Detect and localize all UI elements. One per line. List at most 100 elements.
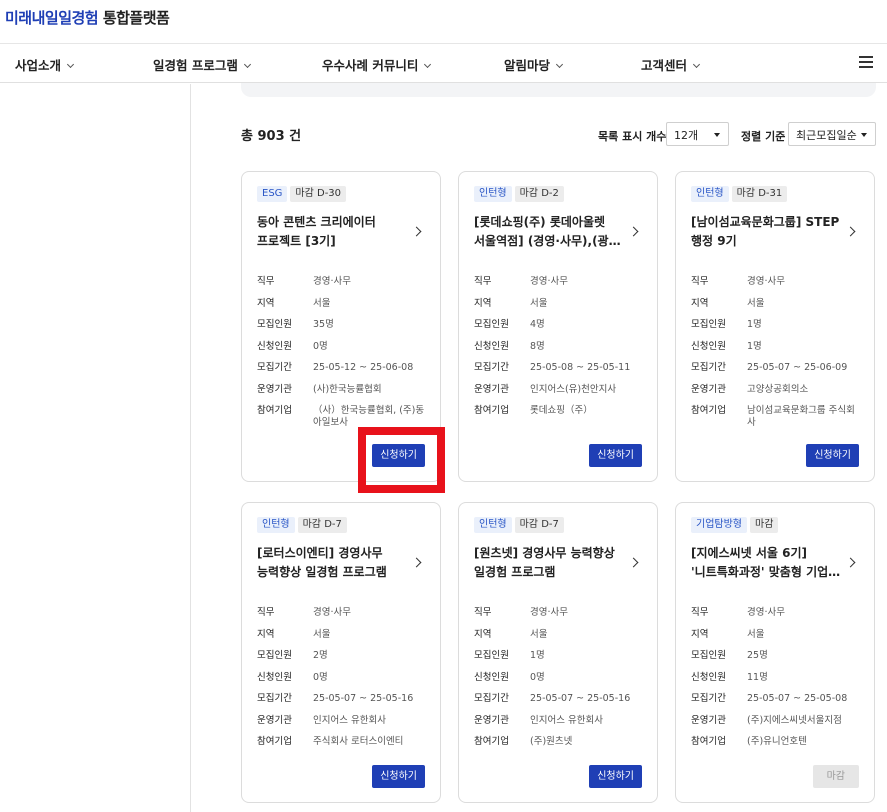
nav-item-business[interactable]: 사업소개 xyxy=(15,55,75,74)
card-title[interactable]: 동아 콘텐츠 크리에이터 프로젝트 [3기] xyxy=(257,213,417,251)
field-label: 신청인원 xyxy=(257,340,292,352)
card-info: 직무 경영·사무 지역 서울 모집인원 1명 신청인원 0명 모집기간 25-05-07 ~ 25… xyxy=(474,607,649,758)
card-tags: 인턴형 마감 D-31 xyxy=(691,186,788,202)
card-title[interactable]: [로터스이엔티] 경영사무 능력향상 일경험 프로그램 xyxy=(257,544,417,582)
info-row-job: 직무 경영·사무 xyxy=(691,276,866,288)
field-label: 참여기업 xyxy=(474,736,509,747)
card-info: 직무 경영·사무 지역 서울 모집인원 25명 신청인원 11명 모집기간 25-05-07 ~ … xyxy=(691,607,866,758)
sort-select[interactable]: 최근모집일순 xyxy=(788,122,876,146)
card-title[interactable]: [남이섬교육문화그룹] STEP 행정 9기 xyxy=(691,213,851,251)
info-row-region: 지역 서울 xyxy=(691,298,866,310)
card-title[interactable]: [지에스씨넷 서울 6기] '니트특화과정' 맞춤형 기업탐… xyxy=(691,544,851,582)
field-label: 운영기관 xyxy=(691,383,726,395)
field-value: (주)원츠넷 xyxy=(530,736,573,747)
field-value: （사）한국능률협회, (주)동아일보사 xyxy=(313,405,425,428)
field-value: 2명 xyxy=(313,650,328,661)
nav-item-label: 고객센터 xyxy=(641,58,688,73)
field-label: 운영기관 xyxy=(691,714,726,726)
field-value: 25-05-07 ~ 25-05-08 xyxy=(747,693,848,704)
nav-item-label: 우수사례 커뮤니티 xyxy=(322,58,419,73)
card-title-line2: 프로젝트 [3기] xyxy=(257,234,336,248)
program-card[interactable]: 인턴형 마감 D-2 [롯데쇼핑(주) 롯데아울렛서울역점] (경영·사무),(광…… xyxy=(458,171,658,482)
field-value: 경영·사무 xyxy=(747,276,785,287)
field-label: 직무 xyxy=(257,276,275,287)
field-value: 1명 xyxy=(747,340,762,352)
card-tags: 인턴형 마감 D-7 xyxy=(257,517,347,533)
card-tags: 인턴형 마감 D-2 xyxy=(474,186,564,202)
nav-item-community[interactable]: 우수사례 커뮤니티 xyxy=(322,55,432,74)
field-value: 25-05-07 ~ 25-05-16 xyxy=(530,693,631,704)
card-tags: 기업탐방형 마감 xyxy=(691,517,779,533)
field-label: 지역 xyxy=(474,297,492,309)
program-card[interactable]: 기업탐방형 마감 [지에스씨넷 서울 6기] '니트특화과정' 맞춤형 기업탐… 직무 경… xyxy=(675,502,875,803)
deadline-badge: 마감 D-30 xyxy=(290,186,347,202)
info-row-region: 지역 서울 xyxy=(257,629,432,641)
field-value: 서울 xyxy=(530,297,548,309)
apply-button[interactable]: 신청하기 xyxy=(589,444,642,467)
nav-item-label: 사업소개 xyxy=(15,58,62,73)
field-label: 모집인원 xyxy=(257,650,292,661)
field-label: 모집기간 xyxy=(257,693,292,704)
field-value: 25-05-07 ~ 25-06-09 xyxy=(747,362,848,373)
program-card[interactable]: 인턴형 마감 D-31 [남이섬교육문화그룹] STEP 행정 9기직무 경영·사무지역… xyxy=(675,171,875,482)
closed-button: 마감 xyxy=(812,765,859,788)
apply-button[interactable]: 신청하기 xyxy=(589,765,642,788)
field-label: 직무 xyxy=(474,607,492,618)
field-label: 지역 xyxy=(691,628,709,640)
main-nav: 사업소개 일경험 프로그램 우수사례 커뮤니티 알림마당 고객센터 xyxy=(0,44,887,83)
info-row-recruit: 모집인원 25명 xyxy=(691,650,866,662)
type-badge: 인턴형 xyxy=(257,517,295,533)
info-row-region: 지역 서울 xyxy=(474,298,649,310)
field-label: 신청인원 xyxy=(474,340,509,352)
card-title-line2: 일경험 프로그램 xyxy=(474,565,556,579)
site-logo[interactable]: 미래내일일경험 통합플랫폼 xyxy=(5,7,170,28)
field-value: 25-05-12 ~ 25-06-08 xyxy=(313,362,414,373)
field-label: 신청인원 xyxy=(691,671,726,683)
nav-item-programs[interactable]: 일경험 프로그램 xyxy=(153,55,251,74)
nav-item-support[interactable]: 고객센터 xyxy=(641,55,701,74)
chevron-down-icon xyxy=(243,60,251,69)
apply-button[interactable]: 신청하기 xyxy=(806,444,859,467)
card-title-line1: [롯데쇼핑(주) 롯데아울렛 xyxy=(474,215,606,229)
field-value: 서울 xyxy=(747,628,765,640)
field-value: 주식회사 로터스이엔티 xyxy=(313,736,404,747)
field-label: 직무 xyxy=(691,276,709,287)
field-value: 인지어스(유)천안지사 xyxy=(530,383,617,395)
filter-panel-edge xyxy=(241,83,876,97)
nav-item-label: 일경험 프로그램 xyxy=(153,58,238,73)
hamburger-menu-icon[interactable] xyxy=(859,56,873,68)
program-card[interactable]: 인턴형 마감 D-7 [로터스이엔티] 경영사무 능력향상 일경험 프로그램직무 경영·… xyxy=(241,502,441,803)
field-label: 직무 xyxy=(257,607,275,618)
field-value: (주)유니언호텐 xyxy=(747,736,807,747)
apply-button[interactable]: 신청하기 xyxy=(372,765,425,788)
info-row-company: 참여기업 남이섬교육문화그룹 주식회사 xyxy=(691,405,866,429)
field-label: 참여기업 xyxy=(257,736,292,747)
field-label: 운영기관 xyxy=(474,383,509,395)
field-value: (주)지에스씨넷서울지점 xyxy=(747,714,842,726)
field-label: 모집기간 xyxy=(691,362,726,373)
info-row-applied: 신청인원 1명 xyxy=(691,341,866,353)
card-title[interactable]: [원츠넷] 경영사무 능력향상 일경험 프로그램 xyxy=(474,544,634,582)
info-row-job: 직무 경영·사무 xyxy=(257,607,432,619)
logo-blue-text: 미래내일일경험 xyxy=(5,9,99,27)
caret-down-icon xyxy=(714,133,720,137)
info-row-period: 모집기간 25-05-07 ~ 25-06-09 xyxy=(691,362,866,374)
chevron-down-icon xyxy=(555,60,564,69)
deadline-badge: 마감 D-7 xyxy=(297,517,347,533)
info-row-job: 직무 경영·사무 xyxy=(691,607,866,619)
info-row-company: 참여기업 주식회사 로터스이엔티 xyxy=(257,736,432,748)
type-badge: 인턴형 xyxy=(691,186,729,202)
field-value: 서울 xyxy=(530,628,548,640)
nav-item-label: 알림마당 xyxy=(504,58,551,73)
program-card[interactable]: 인턴형 마감 D-7 [원츠넷] 경영사무 능력향상 일경험 프로그램 직무 경영·사무 지… xyxy=(458,502,658,803)
nav-item-notice[interactable]: 알림마당 xyxy=(504,55,564,74)
type-badge: 인턴형 xyxy=(474,186,512,202)
card-title-line2: 서울역점] (경영·사무),(광… xyxy=(474,234,621,248)
field-value: 0명 xyxy=(530,671,545,683)
info-row-job: 직무 경영·사무 xyxy=(474,607,649,619)
field-label: 모집인원 xyxy=(257,319,292,330)
info-row-applied: 신청인원 0명 xyxy=(257,672,432,684)
info-row-operator: 운영기관 인지어스(유)천안지사 xyxy=(474,384,649,396)
per-page-select[interactable]: 12개 xyxy=(666,122,729,146)
card-title[interactable]: [롯데쇼핑(주) 롯데아울렛서울역점] (경영·사무),(광… xyxy=(474,213,634,251)
